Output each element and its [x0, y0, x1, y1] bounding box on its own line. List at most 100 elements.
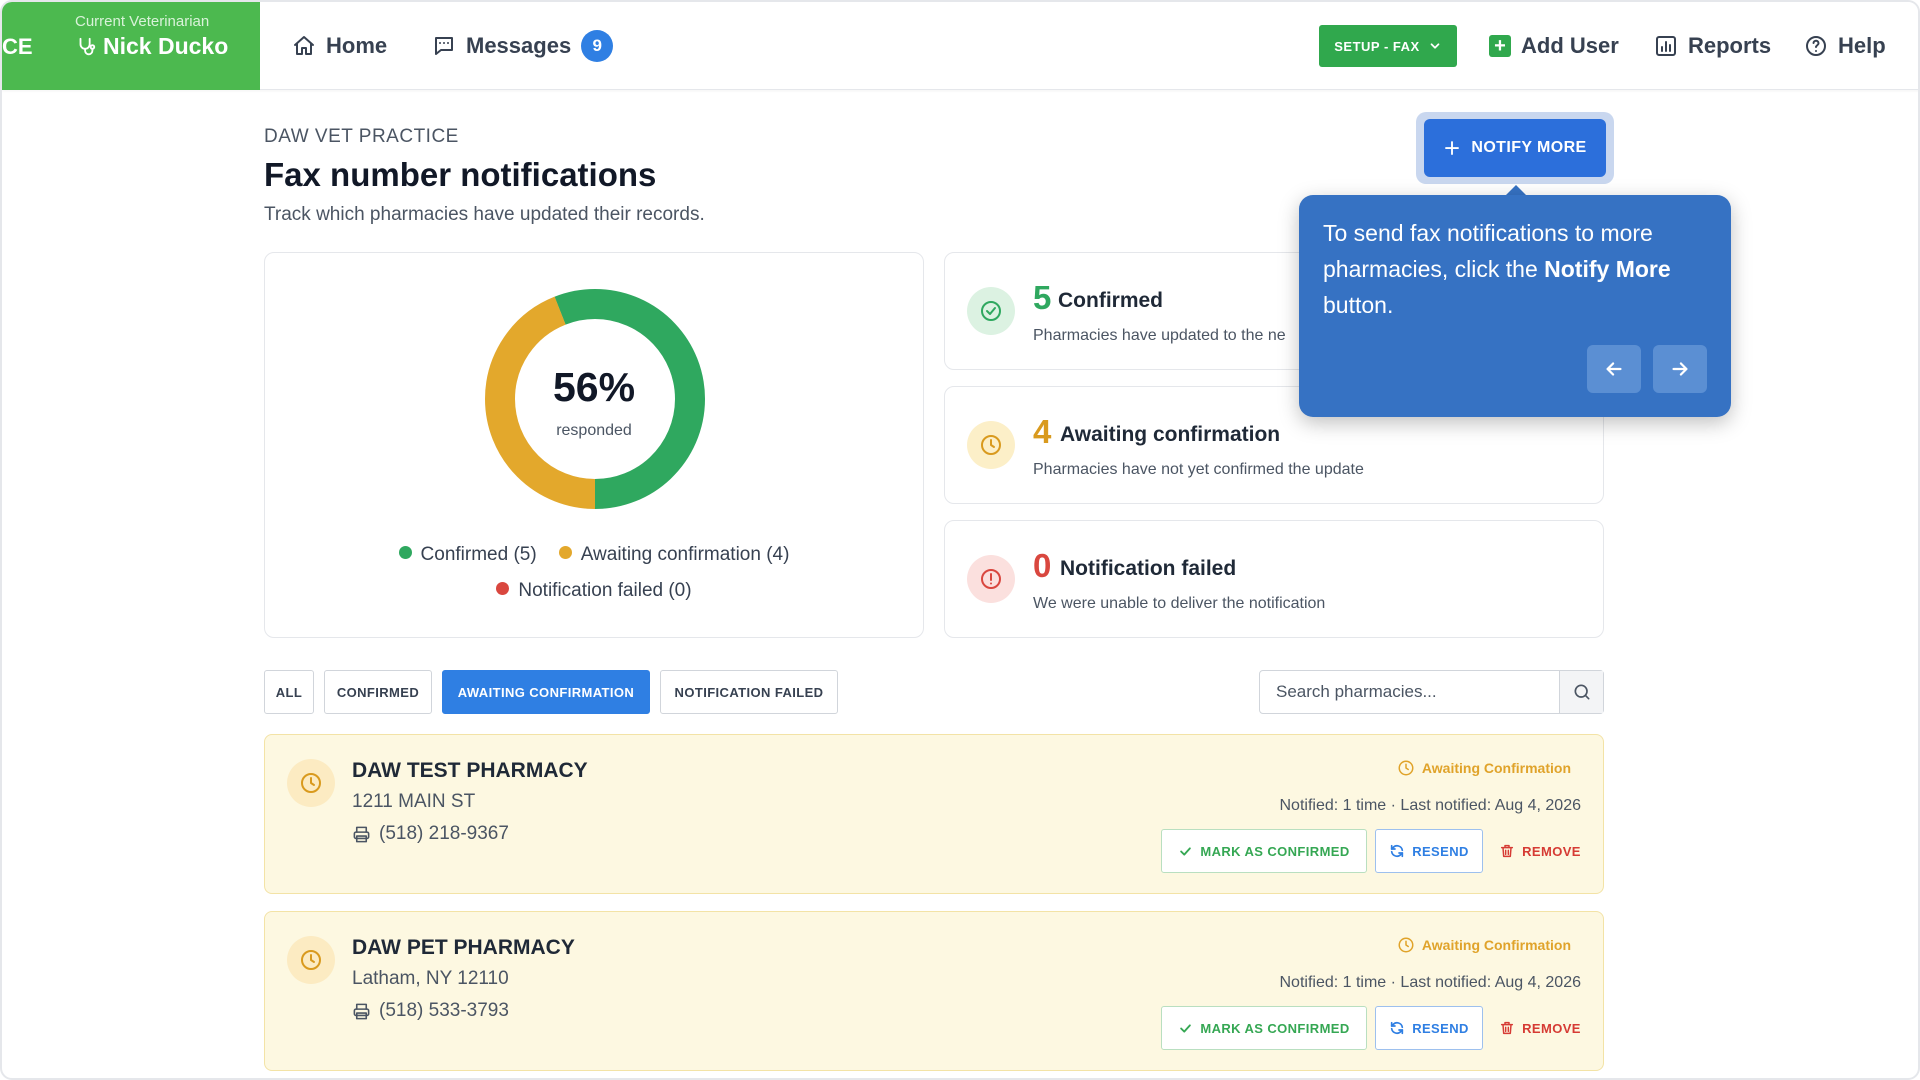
nav-home-label: Home	[326, 33, 388, 58]
search-button[interactable]	[1559, 671, 1603, 713]
page-title: Fax number notifications	[264, 156, 657, 193]
chart-legend: Confirmed (5) Awaiting confirmation (4)	[264, 544, 924, 566]
awaiting-count: 4	[1033, 413, 1052, 450]
resend-button[interactable]: RESEND	[1375, 829, 1483, 873]
plus-square-icon: +	[1489, 35, 1511, 57]
notification-meta: Notified: 1 time · Last notified: Aug 4,…	[1279, 974, 1581, 991]
legend-failed: Notification failed (0)	[496, 580, 692, 602]
pharmacy-name: DAW TEST PHARMACY	[352, 759, 588, 782]
tooltip-next-button[interactable]	[1653, 345, 1707, 393]
notification-meta: Notified: 1 time · Last notified: Aug 4,…	[1279, 797, 1581, 814]
setup-fax-label: SETUP - FAX	[1334, 38, 1420, 54]
awaiting-label: Awaiting confirmation	[1060, 423, 1281, 446]
trash-icon	[1501, 1021, 1514, 1035]
search-input[interactable]	[1260, 671, 1560, 713]
status-badge: Awaiting Confirmation	[1397, 936, 1571, 954]
brand-text: CE	[2, 34, 33, 59]
check-icon	[1180, 1023, 1192, 1033]
nav-add-user-label: Add User	[1521, 33, 1619, 58]
nav-help[interactable]: Help	[1804, 2, 1886, 90]
status-text: Awaiting Confirmation	[1421, 760, 1571, 776]
pharmacy-fax: (518) 533-3793	[352, 1000, 509, 1022]
notify-more-button[interactable]: NOTIFY MORE	[1424, 119, 1606, 177]
tooltip-text: To send fax notifications to more pharma…	[1323, 215, 1713, 323]
guide-tooltip: To send fax notifications to more pharma…	[1299, 195, 1731, 417]
tooltip-text-part2: button.	[1323, 292, 1394, 318]
resend-label: RESEND	[1412, 843, 1469, 859]
pharmacy-fax: (518) 218-9367	[352, 823, 509, 845]
pharmacy-name: DAW PET PHARMACY	[352, 936, 575, 959]
clock-icon	[287, 759, 335, 807]
check-icon	[1180, 846, 1192, 856]
remove-button[interactable]: REMOVE	[1495, 829, 1585, 873]
stethoscope-icon	[79, 37, 96, 55]
legend-failed-text: Notification failed (0)	[518, 580, 692, 601]
setup-fax-dropdown[interactable]: SETUP - FAX	[1319, 25, 1457, 67]
nav-home[interactable]: Home	[292, 2, 387, 90]
alert-circle-icon	[967, 555, 1015, 603]
mark-as-confirmed-label: MARK AS CONFIRMED	[1200, 1020, 1350, 1036]
current-vet-label: Current Veterinarian	[75, 13, 210, 30]
clock-icon	[1398, 760, 1414, 776]
nav-messages[interactable]: Messages 9	[432, 2, 614, 90]
resend-label: RESEND	[1412, 1020, 1469, 1036]
page-subtitle: Track which pharmacies have updated thei…	[264, 204, 705, 225]
remove-button[interactable]: REMOVE	[1495, 1006, 1585, 1050]
status-text: Awaiting Confirmation	[1421, 937, 1571, 953]
clock-icon	[287, 936, 335, 984]
legend-dot-confirmed	[398, 546, 412, 560]
message-icon	[435, 37, 453, 55]
filter-all[interactable]: ALL	[264, 670, 314, 714]
mark-as-confirmed-button[interactable]: MARK AS CONFIRMED	[1161, 829, 1367, 873]
resend-button[interactable]: RESEND	[1375, 1006, 1483, 1050]
clock-icon	[967, 421, 1015, 469]
confirmed-count: 5	[1033, 279, 1052, 316]
refresh-icon	[1391, 1021, 1404, 1035]
home-icon	[294, 36, 314, 55]
legend-awaiting-text: Awaiting confirmation (4)	[580, 544, 790, 565]
tooltip-previous-button[interactable]	[1587, 345, 1641, 393]
confirmed-description: Pharmacies have updated to the ne	[1033, 327, 1286, 344]
failed-description: We were unable to deliver the notificati…	[1033, 595, 1326, 612]
pharmacy-fax-number: (518) 218-9367	[379, 823, 509, 844]
legend-confirmed: Confirmed (5)	[398, 544, 537, 566]
notify-more-label: NOTIFY MORE	[1471, 139, 1587, 156]
arrow-right-icon	[1672, 362, 1688, 376]
search-box	[1259, 670, 1604, 714]
help-circle-icon	[1806, 36, 1826, 56]
filter-awaiting-confirmation[interactable]: AWAITING CONFIRMATION	[442, 670, 650, 714]
plus-icon	[1445, 141, 1460, 155]
awaiting-description: Pharmacies have not yet confirmed the up…	[1033, 461, 1364, 478]
failed-label: Notification failed	[1060, 557, 1237, 580]
response-percentage-label: responded	[556, 422, 632, 439]
pharmacy-fax-number: (518) 533-3793	[379, 1000, 509, 1021]
vet-selector[interactable]: CE Current Veterinarian Nick Ducko	[2, 2, 260, 90]
status-badge: Awaiting Confirmation	[1397, 759, 1571, 777]
pharmacy-row: DAW PET PHARMACY Latham, NY 12110 (518) …	[264, 911, 1604, 1071]
response-percentage: 56%	[552, 364, 636, 410]
app-window: CE Current Veterinarian Nick Ducko Home …	[0, 0, 1920, 1080]
pharmacy-address: 1211 MAIN ST	[352, 791, 476, 812]
top-navigation-bar: CE Current Veterinarian Nick Ducko Home …	[2, 2, 1918, 90]
current-vet-name: Nick Ducko	[75, 33, 228, 60]
mark-as-confirmed-button[interactable]: MARK AS CONFIRMED	[1161, 1006, 1367, 1050]
nav-help-label: Help	[1838, 33, 1886, 58]
nav-reports[interactable]: Reports	[1654, 2, 1771, 90]
nav-add-user[interactable]: + Add User	[1489, 2, 1619, 90]
filter-notification-failed[interactable]: NOTIFICATION FAILED	[660, 670, 838, 714]
printer-icon	[353, 826, 370, 842]
search-icon	[1574, 684, 1589, 700]
nav-reports-label: Reports	[1688, 33, 1772, 58]
legend-dot-failed	[496, 582, 510, 596]
legend-dot-awaiting	[558, 546, 572, 560]
messages-count-badge: 9	[581, 30, 614, 62]
failed-count: 0	[1033, 547, 1052, 584]
nav-messages-label: Messages	[466, 33, 572, 58]
arrow-left-icon	[1606, 362, 1622, 376]
filter-confirmed[interactable]: CONFIRMED	[324, 670, 432, 714]
pharmacy-row: DAW TEST PHARMACY 1211 MAIN ST (518) 218…	[264, 734, 1604, 894]
legend-confirmed-text: Confirmed (5)	[420, 544, 537, 565]
clock-icon	[1398, 937, 1414, 953]
chevron-down-icon	[1430, 43, 1440, 49]
stat-card-failed: 0 Notification failed We were unable to …	[944, 520, 1604, 638]
